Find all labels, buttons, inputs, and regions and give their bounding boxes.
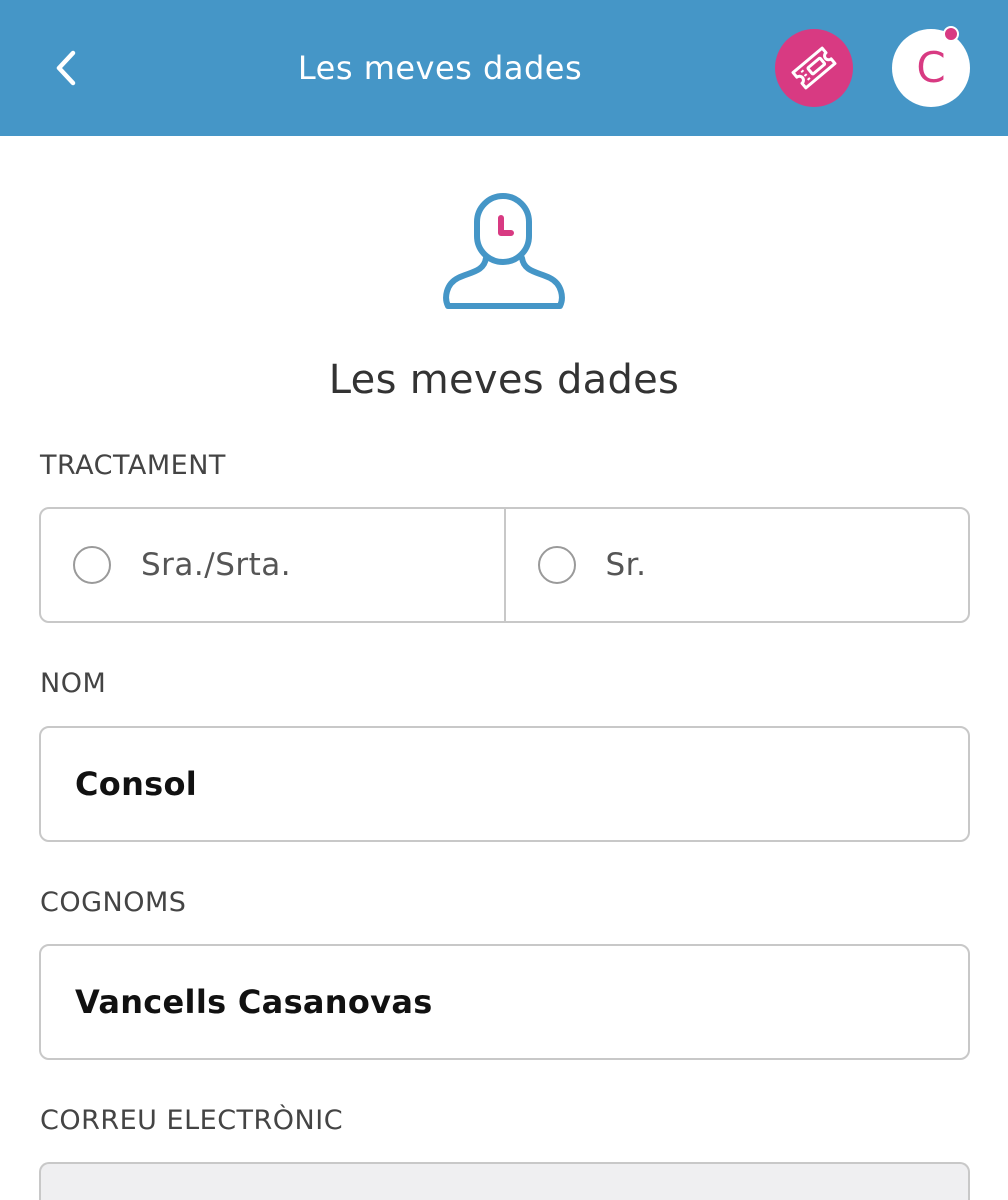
ticket-icon — [791, 46, 837, 90]
chevron-left-icon — [56, 50, 76, 86]
back-button[interactable] — [38, 40, 94, 96]
cognoms-label: COGNOMS — [40, 887, 187, 918]
radio-label-sra: Sra./Srta. — [141, 547, 292, 583]
tractament-label: TRACTAMENT — [40, 450, 226, 481]
radio-option-sr[interactable]: Sr. — [503, 509, 969, 621]
tickets-button[interactable] — [775, 29, 853, 107]
avatar-initial: C — [916, 43, 946, 92]
radio-circle-icon[interactable] — [537, 546, 576, 584]
nom-label: NOM — [40, 668, 107, 699]
app-header: Les meves dades C — [0, 0, 1008, 136]
notification-dot — [943, 26, 959, 42]
correu-label: CORREU ELECTRÒNIC — [40, 1105, 344, 1136]
tractament-radio-group: Sra./Srta. Sr. — [39, 507, 970, 623]
radio-label-sr: Sr. — [605, 547, 647, 583]
nom-input[interactable]: Consol — [39, 726, 970, 842]
radio-circle-icon[interactable] — [73, 546, 111, 584]
radio-option-sra[interactable]: Sra./Srta. — [41, 509, 504, 621]
page-title: Les meves dades — [328, 357, 680, 403]
user-avatar-button[interactable]: C — [892, 29, 970, 107]
cognoms-input[interactable]: Vancells Casanovas — [39, 944, 970, 1060]
email-input[interactable] — [39, 1162, 970, 1200]
user-profile-icon — [443, 193, 565, 309]
header-title: Les meves dades — [297, 49, 583, 87]
